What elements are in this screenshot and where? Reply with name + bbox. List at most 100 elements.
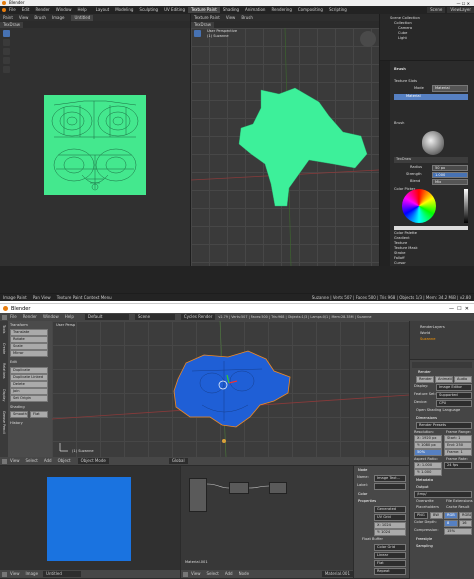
menu-help[interactable]: Help [74, 7, 89, 13]
node-color-section[interactable]: Color [358, 492, 367, 497]
format-rgb[interactable]: RGB [444, 512, 458, 519]
frame-rate-dropdown[interactable]: 24 fps [444, 462, 472, 469]
window-controls[interactable]: — ☐ ✕ [457, 1, 474, 6]
value-slider[interactable] [464, 189, 468, 223]
node-menu-node[interactable]: Node [236, 571, 252, 577]
tab-tools[interactable]: Tools [1, 325, 6, 333]
viewport-menu-select[interactable]: Select [23, 458, 41, 464]
tab-grease-pencil[interactable]: Grease Pencil [1, 411, 6, 434]
tab-texture-paint[interactable]: Texture Paint [187, 7, 220, 13]
format-bw[interactable]: BW [430, 512, 443, 519]
flat-button[interactable]: Flat [30, 411, 48, 418]
edit-header[interactable]: Edit [10, 360, 17, 365]
frame-start-field[interactable]: Start: 1 [444, 435, 472, 442]
duplicate-linked-button[interactable]: Duplicate Linked [10, 374, 48, 381]
tab-uv-editing[interactable]: UV Editing [161, 7, 188, 13]
node-editor[interactable]: Material.001 [181, 466, 353, 570]
dimensions-header[interactable]: Dimensions [416, 416, 437, 421]
node-menu-view[interactable]: View [188, 571, 204, 577]
section-brush[interactable]: Brush [394, 121, 404, 126]
viewport-menu-view-2[interactable]: View [7, 458, 23, 464]
viewport-menu-brush[interactable]: Brush [238, 15, 256, 21]
texture-slot-row[interactable]: Material [394, 94, 468, 100]
mirror-button[interactable]: Mirror [10, 350, 48, 357]
blend-dropdown[interactable]: Mix [432, 179, 468, 185]
shading-header[interactable]: Shading [10, 405, 25, 410]
image-selector[interactable]: Untitled [71, 14, 94, 21]
smear-tool-icon[interactable] [3, 48, 10, 55]
node-label-field[interactable] [374, 483, 406, 490]
extension-dropdown[interactable]: Repeat [374, 568, 406, 575]
node-menu-select[interactable]: Select [204, 571, 222, 577]
size-x-field[interactable]: X: 1024 [374, 522, 406, 529]
file-extensions-checkbox[interactable]: File Extensions [446, 499, 473, 504]
format-png[interactable]: PNG [414, 512, 428, 519]
translate-button[interactable]: Translate [10, 329, 48, 336]
depth-16[interactable]: 16 [459, 520, 472, 527]
tab-rendering[interactable]: Rendering [268, 7, 294, 13]
menu-edit[interactable]: Edit [19, 7, 33, 13]
outliner-item-light[interactable]: Light [398, 36, 407, 41]
audio-button[interactable]: Audio [454, 376, 472, 383]
freestyle-header[interactable]: Freestyle [416, 537, 432, 542]
tab-layout[interactable]: Layout [93, 7, 113, 13]
device-dropdown[interactable]: CPU [436, 400, 472, 407]
depth-8[interactable]: 8 [444, 520, 458, 527]
aspect-x-field[interactable]: X: 1.000 [414, 462, 442, 469]
node-menu-add[interactable]: Add [222, 571, 236, 577]
mode-dropdown[interactable]: Material [432, 85, 468, 92]
properties-tab-bar[interactable] [380, 61, 390, 266]
menu-view[interactable]: View [16, 15, 32, 21]
object-mode-dropdown[interactable]: Object Mode [77, 458, 109, 464]
radius-field[interactable]: 50 px [432, 165, 468, 171]
draw-tool-icon[interactable] [3, 30, 10, 37]
placeholders-checkbox[interactable]: Placeholders [416, 505, 439, 510]
format-rgba[interactable]: RGBA [459, 512, 472, 519]
engine-selector[interactable]: Cycles Render [180, 314, 216, 320]
output-path-field[interactable]: /tmp/ [414, 491, 472, 498]
viewport-3d[interactable]: User Perspective (1) Suzanne [191, 28, 379, 266]
tab-create[interactable]: Create [1, 343, 6, 354]
menu-brush[interactable]: Brush [31, 15, 49, 21]
set-origin-button[interactable]: Set Origin [10, 395, 48, 402]
aspect-y-field[interactable]: Y: 1.000 [414, 469, 442, 476]
scene-selector-2[interactable]: Scene [134, 314, 175, 320]
outliner-suzanne[interactable]: Suzanne [420, 337, 435, 342]
menu-render-2[interactable]: Render [20, 314, 40, 320]
soften-tool-icon[interactable] [3, 39, 10, 46]
overwrite-checkbox[interactable]: Overwrite [416, 499, 434, 504]
image-menu-image[interactable]: Image [23, 571, 42, 577]
projection-dropdown[interactable]: Flat [374, 560, 406, 567]
compression-slider[interactable]: 15% [444, 528, 472, 535]
outliner-world[interactable]: World [420, 331, 430, 336]
menu-window[interactable]: Window [53, 7, 75, 13]
menu-file-2[interactable]: File [7, 314, 20, 320]
render-presets-dropdown[interactable]: Render Presets [416, 422, 472, 429]
feature-set-dropdown[interactable]: Supported [436, 392, 472, 399]
color-grid-dropdown[interactable]: Color Grid [374, 544, 406, 551]
window-controls-2[interactable]: — ☐ ✕ [449, 306, 474, 312]
source-dropdown[interactable]: Generated [374, 506, 406, 513]
viewport-menu-object[interactable]: Object [55, 458, 74, 464]
tab-animation[interactable]: Animation [242, 7, 268, 13]
history-header[interactable]: History [10, 421, 23, 426]
size-y-field[interactable]: Y: 1024 [374, 529, 406, 536]
frame-step-field[interactable]: Frame: 1 [444, 449, 472, 456]
viewport-menu-view[interactable]: View [223, 15, 239, 21]
tab-modeling[interactable]: Modeling [112, 7, 136, 13]
viewport-menu-add[interactable]: Add [41, 458, 55, 464]
render-header[interactable]: Render [418, 370, 431, 375]
scene-selector[interactable]: Scene [427, 7, 446, 13]
duplicate-button[interactable]: Duplicate [10, 367, 48, 374]
display-dropdown[interactable]: Image Editor [436, 384, 472, 391]
resolution-percent-slider[interactable]: 50% [414, 449, 442, 456]
node-name-field[interactable]: Image Text... [374, 475, 406, 482]
scale-button[interactable]: Scale [10, 343, 48, 350]
metadata-header[interactable]: Metadata [416, 478, 433, 483]
tab-display[interactable]: Display [1, 389, 6, 402]
tab-compositing[interactable]: Compositing [295, 7, 326, 13]
delete-button[interactable]: Delete [10, 381, 48, 388]
resolution-y-field[interactable]: Y: 1080 px [414, 442, 442, 449]
menu-window-2[interactable]: Window [40, 314, 62, 320]
sampling-header[interactable]: Sampling [416, 544, 433, 549]
